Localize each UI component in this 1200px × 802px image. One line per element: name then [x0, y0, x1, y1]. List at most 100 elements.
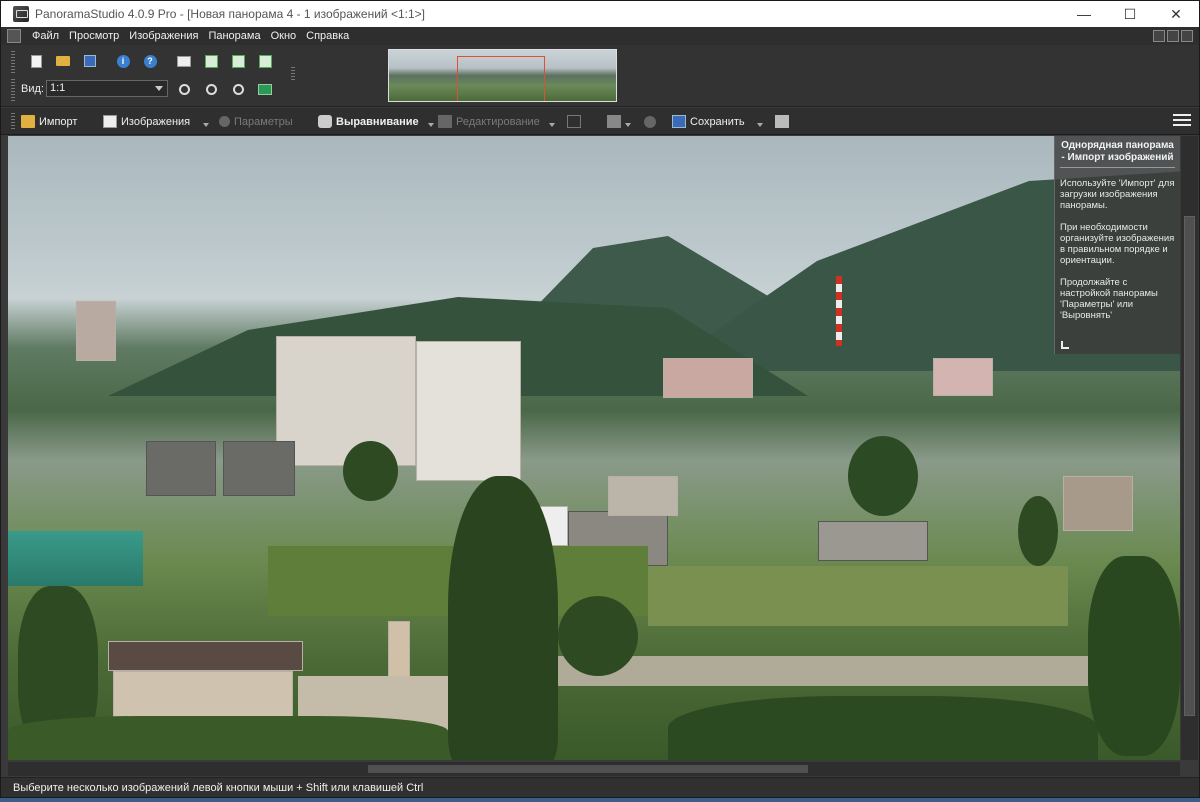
save-button[interactable]: Сохранить — [672, 113, 745, 130]
panoramastudio-app-icon[interactable] — [13, 6, 29, 22]
menu-file[interactable]: Файл — [27, 30, 64, 42]
crop-icon — [567, 115, 581, 128]
info-button[interactable]: i — [114, 52, 132, 70]
view-zoom-select[interactable]: 1:1 — [46, 80, 168, 97]
building — [608, 476, 678, 516]
vertical-scrollbar-thumb[interactable] — [1184, 216, 1195, 716]
help-paragraph: При необходимости организуйте изображени… — [1060, 222, 1175, 266]
export-button[interactable] — [256, 52, 274, 70]
rotate-left-icon — [204, 54, 218, 68]
floppy-disk-icon — [84, 55, 96, 67]
chimney-tower — [836, 276, 842, 346]
save-dropdown-icon[interactable] — [757, 123, 763, 127]
images-button[interactable]: Изображения — [103, 113, 190, 130]
view-label: Вид: — [21, 83, 44, 95]
save-toolbar-button[interactable] — [81, 52, 99, 70]
window-title: PanoramaStudio 4.0.9 Pro - [Новая панора… — [35, 7, 425, 21]
open-button[interactable] — [54, 52, 72, 70]
help-paragraph: Продолжайте с настройкой панорамы 'Парам… — [1060, 277, 1158, 321]
print-button[interactable] — [775, 113, 793, 130]
help-panel: Однорядная панорама - Импорт изображений… — [1054, 136, 1180, 354]
zoom-out-icon — [205, 83, 217, 95]
zoom-fit-icon — [232, 83, 244, 95]
field — [648, 566, 1068, 626]
toolbar-grip[interactable] — [11, 113, 15, 130]
tree — [848, 436, 918, 516]
rotate-right-icon — [231, 54, 245, 68]
images-dropdown-icon[interactable] — [203, 123, 209, 127]
align-stack-icon — [318, 115, 332, 128]
panorama-image-viewport[interactable] — [8, 136, 1180, 760]
vertical-scrollbar[interactable] — [1181, 136, 1198, 760]
zoom-in-button[interactable] — [175, 80, 193, 98]
new-button[interactable] — [27, 52, 45, 70]
edit-dropdown-icon[interactable] — [549, 123, 555, 127]
help-button[interactable]: ? — [141, 52, 159, 70]
building — [933, 358, 993, 396]
tree — [1018, 496, 1058, 566]
params-button[interactable]: Параметры — [219, 113, 293, 130]
render-button[interactable] — [607, 113, 625, 130]
toolbar-grip[interactable] — [11, 51, 15, 73]
save-label: Сохранить — [690, 115, 745, 128]
minimize-button[interactable]: — — [1061, 1, 1107, 27]
zoom-out-button[interactable] — [202, 80, 220, 98]
hamburger-menu-icon[interactable] — [1173, 114, 1191, 128]
tall-building — [276, 336, 416, 466]
horizontal-scrollbar[interactable] — [8, 762, 1180, 776]
roof — [108, 641, 303, 671]
toolbar-grip[interactable] — [11, 79, 15, 101]
navigator-view-frame[interactable] — [457, 56, 545, 101]
maximize-button[interactable]: ☐ — [1107, 1, 1153, 27]
effects-button[interactable] — [644, 113, 660, 130]
align-label: Выравнивание — [336, 115, 419, 128]
tree-line — [668, 696, 1098, 760]
render-dropdown-icon[interactable] — [625, 123, 631, 127]
import-button[interactable]: Импорт — [21, 113, 77, 130]
open-folder-icon — [56, 56, 70, 66]
menu-panorama[interactable]: Панорама — [203, 30, 265, 42]
align-dropdown-icon[interactable] — [428, 123, 434, 127]
edit-label: Редактирование — [456, 115, 540, 128]
view-zoom-value: 1:1 — [50, 82, 66, 94]
crop-button[interactable] — [567, 113, 585, 130]
image-icon — [177, 55, 191, 67]
building — [76, 301, 116, 361]
horizontal-scrollbar-thumb[interactable] — [368, 765, 808, 773]
edit-button[interactable]: Редактирование — [438, 113, 540, 130]
export-icon — [258, 54, 272, 68]
menu-view[interactable]: Просмотр — [64, 30, 124, 42]
new-document-icon — [30, 54, 42, 68]
chevron-down-icon — [155, 86, 163, 91]
zoom-fit-button[interactable] — [229, 80, 247, 98]
image-properties-button[interactable] — [175, 52, 193, 70]
save-icon — [672, 115, 686, 128]
printer-icon — [775, 115, 789, 128]
tall-building — [416, 341, 521, 481]
app-window: PanoramaStudio 4.0.9 Pro - [Новая панора… — [0, 0, 1200, 798]
document-pro-icon[interactable] — [7, 29, 21, 43]
panorama-navigator-thumbnail[interactable] — [388, 49, 617, 102]
fullscreen-icon — [258, 83, 272, 95]
menu-window[interactable]: Окно — [266, 30, 302, 42]
mdi-minimize-button[interactable] — [1153, 30, 1165, 42]
rotate-right-button[interactable] — [229, 52, 247, 70]
status-text: Выберите несколько изображений левой кно… — [13, 782, 424, 794]
tree — [558, 596, 638, 676]
title-bar: PanoramaStudio 4.0.9 Pro - [Новая панора… — [1, 1, 1199, 27]
menu-help[interactable]: Справка — [301, 30, 354, 42]
close-button[interactable]: ✕ — [1153, 1, 1199, 27]
collapse-panel-icon[interactable] — [1061, 341, 1069, 349]
align-button[interactable]: Выравнивание — [318, 113, 419, 130]
tree — [343, 441, 398, 501]
mdi-close-button[interactable] — [1181, 30, 1193, 42]
images-icon — [103, 115, 117, 128]
zoom-in-icon — [178, 83, 190, 95]
menu-images[interactable]: Изображения — [124, 30, 203, 42]
toolbar-grip[interactable] — [291, 67, 295, 81]
rotate-left-button[interactable] — [202, 52, 220, 70]
mdi-restore-button[interactable] — [1167, 30, 1179, 42]
fullscreen-button[interactable] — [256, 80, 274, 98]
question-icon: ? — [143, 54, 157, 68]
main-toolbar: Импорт Изображения Параметры Выравнивани… — [1, 108, 1199, 135]
